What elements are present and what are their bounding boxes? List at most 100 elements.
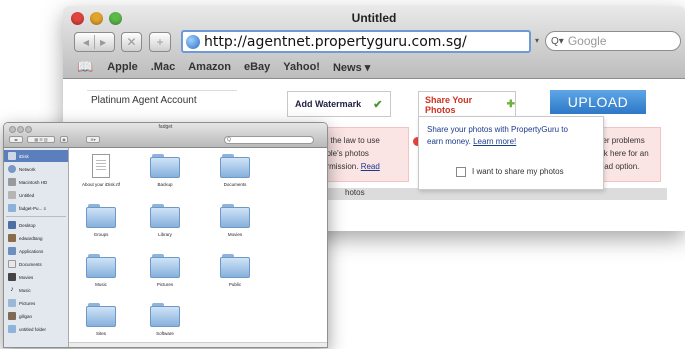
folder-item-software[interactable]: Software <box>135 303 195 336</box>
sidebar-item-untitled-folder[interactable]: untitled folder <box>4 323 68 335</box>
divider <box>6 216 66 217</box>
folder-icon <box>8 325 16 333</box>
address-bar[interactable]: http://agentnet.propertyguru.com.sg/ <box>181 30 531 53</box>
view-mode-buttons[interactable]: ▦ ☰ ▥ <box>27 136 55 143</box>
warning-line: st the law to use <box>322 136 380 145</box>
folder-icon <box>86 303 116 327</box>
bookmark-news[interactable]: News ▾ <box>333 61 370 74</box>
android-plus-icon: ✚ <box>506 99 515 110</box>
folder-item-groups[interactable]: Groups <box>71 204 131 237</box>
sidebar-item-pictures[interactable]: Pictures <box>4 297 68 309</box>
sidebar-item-documents[interactable]: Documents <box>4 258 68 270</box>
folder-item-sites[interactable]: Sites <box>71 303 131 336</box>
back-icon[interactable]: ◀ <box>83 38 89 47</box>
sidebar-item-idisk[interactable]: iDisk <box>4 150 68 162</box>
bookmarks-book-icon[interactable]: 📖 <box>77 59 93 75</box>
finder-search-field[interactable]: Q <box>224 136 314 144</box>
quick-look-button[interactable]: ◉ <box>60 136 68 143</box>
folder-item-music[interactable]: Music <box>71 254 131 287</box>
share-photos-checkbox-row[interactable]: I want to share my photos <box>456 166 564 178</box>
file-item-about-idisk[interactable]: About your iDisk.rtf <box>71 154 131 187</box>
folder-item-documents[interactable]: Documents <box>205 154 265 187</box>
search-icon: Q▾ <box>551 35 564 47</box>
disk-icon <box>8 204 16 212</box>
folder-item-backup[interactable]: Backup <box>135 154 195 187</box>
finder-title: fadget <box>158 124 173 130</box>
sidebar-item-applications[interactable]: Applications <box>4 245 68 257</box>
sidebar-item-movies[interactable]: Movies <box>4 271 68 283</box>
window-title: Untitled <box>351 11 397 25</box>
action-menu-button[interactable]: ✲▾ <box>86 136 100 143</box>
search-field[interactable]: Q▾ Google <box>545 31 681 51</box>
popup-text: earn money. Learn more! <box>427 137 517 146</box>
finder-toolbar: fadget ◂▸ ▦ ☰ ▥ ◉ ✲▾ Q <box>4 123 327 148</box>
movies-icon <box>8 273 16 281</box>
sidebar-item-edwardtang[interactable]: edwardtang <box>4 232 68 244</box>
read-link[interactable]: Read <box>361 162 380 171</box>
idisk-icon <box>8 152 16 160</box>
folder-item-pictures[interactable]: Pictures <box>135 254 195 287</box>
disk-icon <box>8 191 16 199</box>
finder-body: iDisk Network Macintosh HD Untitled fadg… <box>4 148 327 347</box>
folder-icon <box>150 204 180 228</box>
sidebar-item-gillgan[interactable]: gillgan <box>4 310 68 322</box>
finder-content: About your iDisk.rtf Backup Documents Gr… <box>69 148 327 347</box>
finder-window: fadget ◂▸ ▦ ☰ ▥ ◉ ✲▾ Q iDisk Network Mac… <box>3 122 328 348</box>
checkbox-label: I want to share my photos <box>472 167 564 176</box>
address-text[interactable]: http://agentnet.propertyguru.com.sg/ <box>204 34 467 50</box>
folder-icon <box>86 254 116 278</box>
back-forward-control[interactable]: ◀ ▶ <box>74 32 115 52</box>
sidebar-item-untitled[interactable]: Untitled <box>4 189 68 201</box>
folder-icon <box>220 154 250 178</box>
folder-item-public[interactable]: Public <box>205 254 265 287</box>
folder-icon <box>150 154 180 178</box>
applications-icon <box>8 247 16 255</box>
divider <box>87 90 237 91</box>
user-icon <box>8 312 16 320</box>
bookmark-mac[interactable]: .Mac <box>151 61 175 73</box>
divider <box>94 35 95 49</box>
site-globe-icon <box>186 34 200 49</box>
bookmark-apple[interactable]: Apple <box>107 61 138 73</box>
share-photos-tab[interactable]: Share Your Photos ✚ <box>418 91 516 117</box>
sidebar-item-music[interactable]: ♪ Music <box>4 284 68 296</box>
folder-icon <box>150 303 180 327</box>
folder-item-movies[interactable]: Movies <box>205 204 265 237</box>
network-icon <box>8 165 16 173</box>
warning-line: der problems <box>598 136 645 145</box>
stop-icon: ✕ <box>126 35 137 49</box>
upload-button[interactable]: UPLOAD <box>550 90 646 114</box>
add-watermark-tab[interactable]: Add Watermark ✔ <box>287 91 391 117</box>
warning-line: ick here for an <box>598 149 649 158</box>
music-icon: ♪ <box>10 286 14 293</box>
popup-text: Share your photos with PropertyGuru to <box>427 125 568 134</box>
finder-sidebar: iDisk Network Macintosh HD Untitled fadg… <box>4 148 69 347</box>
warning-line: load option. <box>598 162 640 171</box>
sidebar-item-macintosh-hd[interactable]: Macintosh HD <box>4 176 68 188</box>
add-watermark-label: Add Watermark <box>295 99 362 109</box>
share-photos-checkbox[interactable] <box>456 167 466 177</box>
folder-icon <box>86 204 116 228</box>
home-icon <box>8 234 16 242</box>
finder-status-bar <box>69 342 327 347</box>
bookmark-ebay[interactable]: eBay <box>244 61 270 73</box>
sidebar-item-desktop[interactable]: Desktop <box>4 219 68 231</box>
folder-icon <box>220 254 250 278</box>
add-bookmark-button[interactable]: + <box>149 32 171 52</box>
rtf-document-icon <box>92 154 110 178</box>
forward-icon[interactable]: ▶ <box>100 38 106 47</box>
sidebar-item-network[interactable]: Network <box>4 163 68 175</box>
folder-item-library[interactable]: Library <box>135 204 195 237</box>
checkmark-icon: ✔ <box>373 98 383 111</box>
stop-button[interactable]: ✕ <box>121 32 142 52</box>
warning-line: ermission. Read <box>322 162 380 171</box>
bookmark-amazon[interactable]: Amazon <box>188 61 231 73</box>
plus-icon: + <box>156 35 164 49</box>
bookmark-yahoo[interactable]: Yahoo! <box>283 61 320 73</box>
sidebar-item-fadget[interactable]: fadget-Pu... ≡ <box>4 202 68 214</box>
pictures-icon <box>8 299 16 307</box>
learn-more-link[interactable]: Learn more! <box>473 137 516 146</box>
back-forward-buttons[interactable]: ◂▸ <box>9 136 23 143</box>
address-dropdown-icon[interactable]: ▾ <box>535 36 539 45</box>
search-placeholder: Google <box>567 34 607 48</box>
